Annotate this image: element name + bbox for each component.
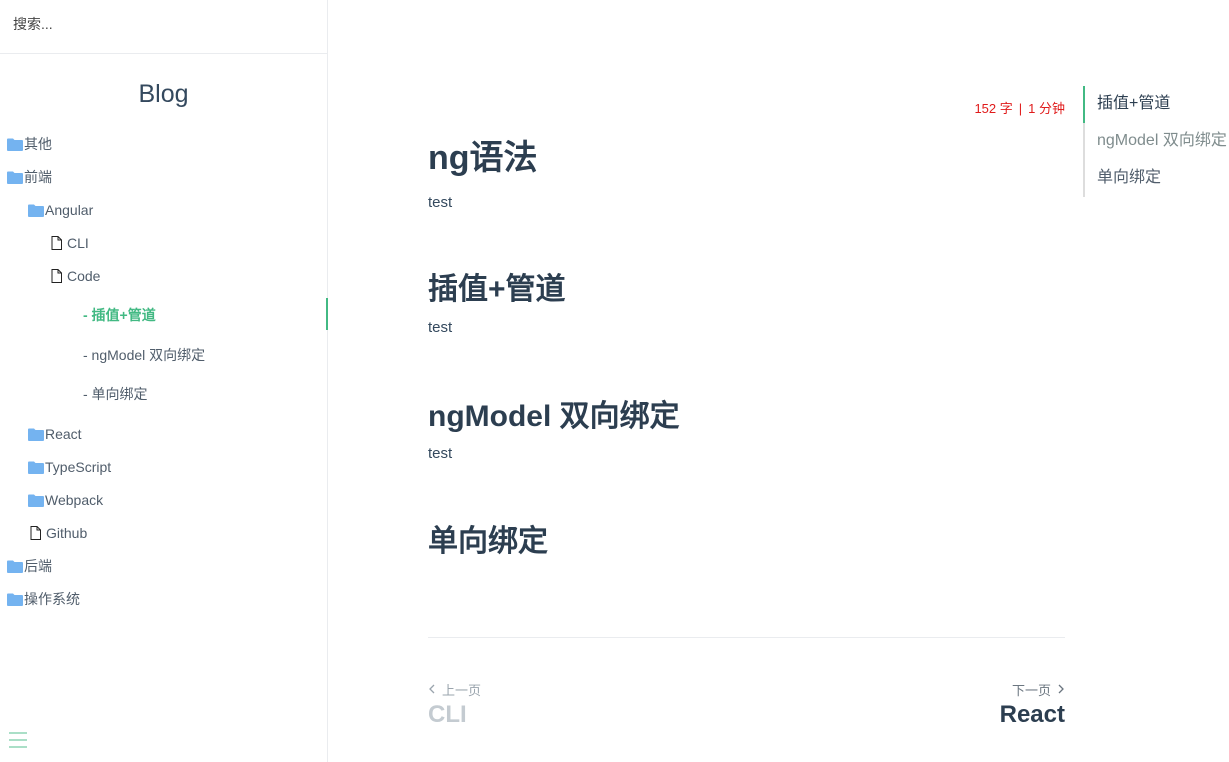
paragraph: test [428,319,453,336]
next-page-title: React [999,701,1065,728]
file-icon [51,269,63,283]
section-heading-interpolation-pipe: 插值+管道 [428,273,566,306]
hamburger-menu-icon[interactable] [9,732,27,748]
folder-icon [28,461,44,474]
sidebar-item-react[interactable]: React [28,423,82,445]
file-icon [30,526,42,540]
file-icon [51,236,63,250]
sidebar-item-label: Webpack [45,492,104,508]
sidebar-item-label: Angular [45,202,94,218]
folder-icon [7,138,23,151]
prev-page-title: CLI [428,701,467,728]
chevron-left-icon [428,682,436,697]
sidebar-item-github[interactable]: Github [30,522,87,544]
sidebar-item-label: 后端 [24,558,52,574]
sidebar-item-typescript[interactable]: TypeScript [28,456,111,478]
prev-page-label: 上一页 [442,683,482,698]
folder-icon [7,560,23,573]
next-page-link[interactable]: 下一页 React [1000,680,1065,729]
paragraph: test [428,194,453,211]
folder-icon [7,593,23,606]
sidebar-item-backend[interactable]: 后端 [7,555,52,577]
read-time: 1 分钟 [1028,101,1065,116]
sidebar-subitem-interpolation-pipe[interactable]: - 插值+管道 [83,305,156,325]
search-bar [0,0,327,54]
sidebar-item-label: 操作系统 [24,591,80,607]
word-count: 152 字 [974,101,1013,116]
meta-separator: | [1018,101,1023,116]
prev-page-label-row: 上一页 [428,680,481,699]
prev-page-link[interactable]: 上一页 CLI [428,680,481,729]
next-page-label: 下一页 [1011,683,1051,698]
main-content: 152 字 | 1 分钟 ng语法 test 插值+管道 test ngModel … [328,0,1083,762]
app-name[interactable]: Blog [0,76,327,112]
next-page-label-row: 下一页 [1000,680,1065,699]
folder-icon [28,428,44,441]
sidebar-subitem-ngmodel[interactable]: - ngModel 双向绑定 [83,345,205,365]
toc-item-one-way-binding[interactable]: 单向绑定 [1085,160,1229,197]
paragraph: test [428,445,453,462]
sidebar-item-angular[interactable]: Angular [28,199,93,221]
sidebar-item-other[interactable]: 其他 [7,133,52,155]
toc-active-marker [1083,86,1085,123]
table-of-contents: 插值+管道 ngModel 双向绑定 单向绑定 [1083,86,1229,197]
sidebar-item-frontend[interactable]: 前端 [7,166,52,188]
search-input[interactable] [13,16,293,32]
page-title: ng语法 [428,139,538,177]
toc-item-interpolation-pipe[interactable]: 插值+管道 [1085,86,1229,123]
section-heading-one-way-binding: 单向绑定 [428,525,548,558]
sidebar-item-label: TypeScript [45,459,112,475]
folder-icon [7,171,23,184]
sidebar-item-label: Code [67,268,101,284]
sidebar-item-label: CLI [67,235,89,251]
sidebar-subitem-one-way-binding[interactable]: - 单向绑定 [83,384,148,404]
sidebar-item-label: 前端 [24,169,52,185]
toc-item-ngmodel[interactable]: ngModel 双向绑定 [1085,123,1229,160]
folder-icon [28,494,44,507]
sidebar-item-label: React [45,426,82,442]
chevron-right-icon [1057,682,1065,697]
sidebar-item-label: 其他 [24,136,52,152]
folder-icon [28,204,44,217]
sidebar: Blog 其他 前端 Angular CLI Code - 插值+管道 - ng… [0,0,328,762]
section-heading-ngmodel: ngModel 双向绑定 [428,400,680,433]
sidebar-item-label: Github [46,525,88,541]
sidebar-item-code[interactable]: Code [51,265,100,287]
sidebar-item-cli[interactable]: CLI [51,232,89,254]
reading-meta: 152 字 | 1 分钟 [974,98,1065,117]
sidebar-item-webpack[interactable]: Webpack [28,489,103,511]
sidebar-item-os[interactable]: 操作系统 [7,588,80,610]
divider [428,637,1065,638]
